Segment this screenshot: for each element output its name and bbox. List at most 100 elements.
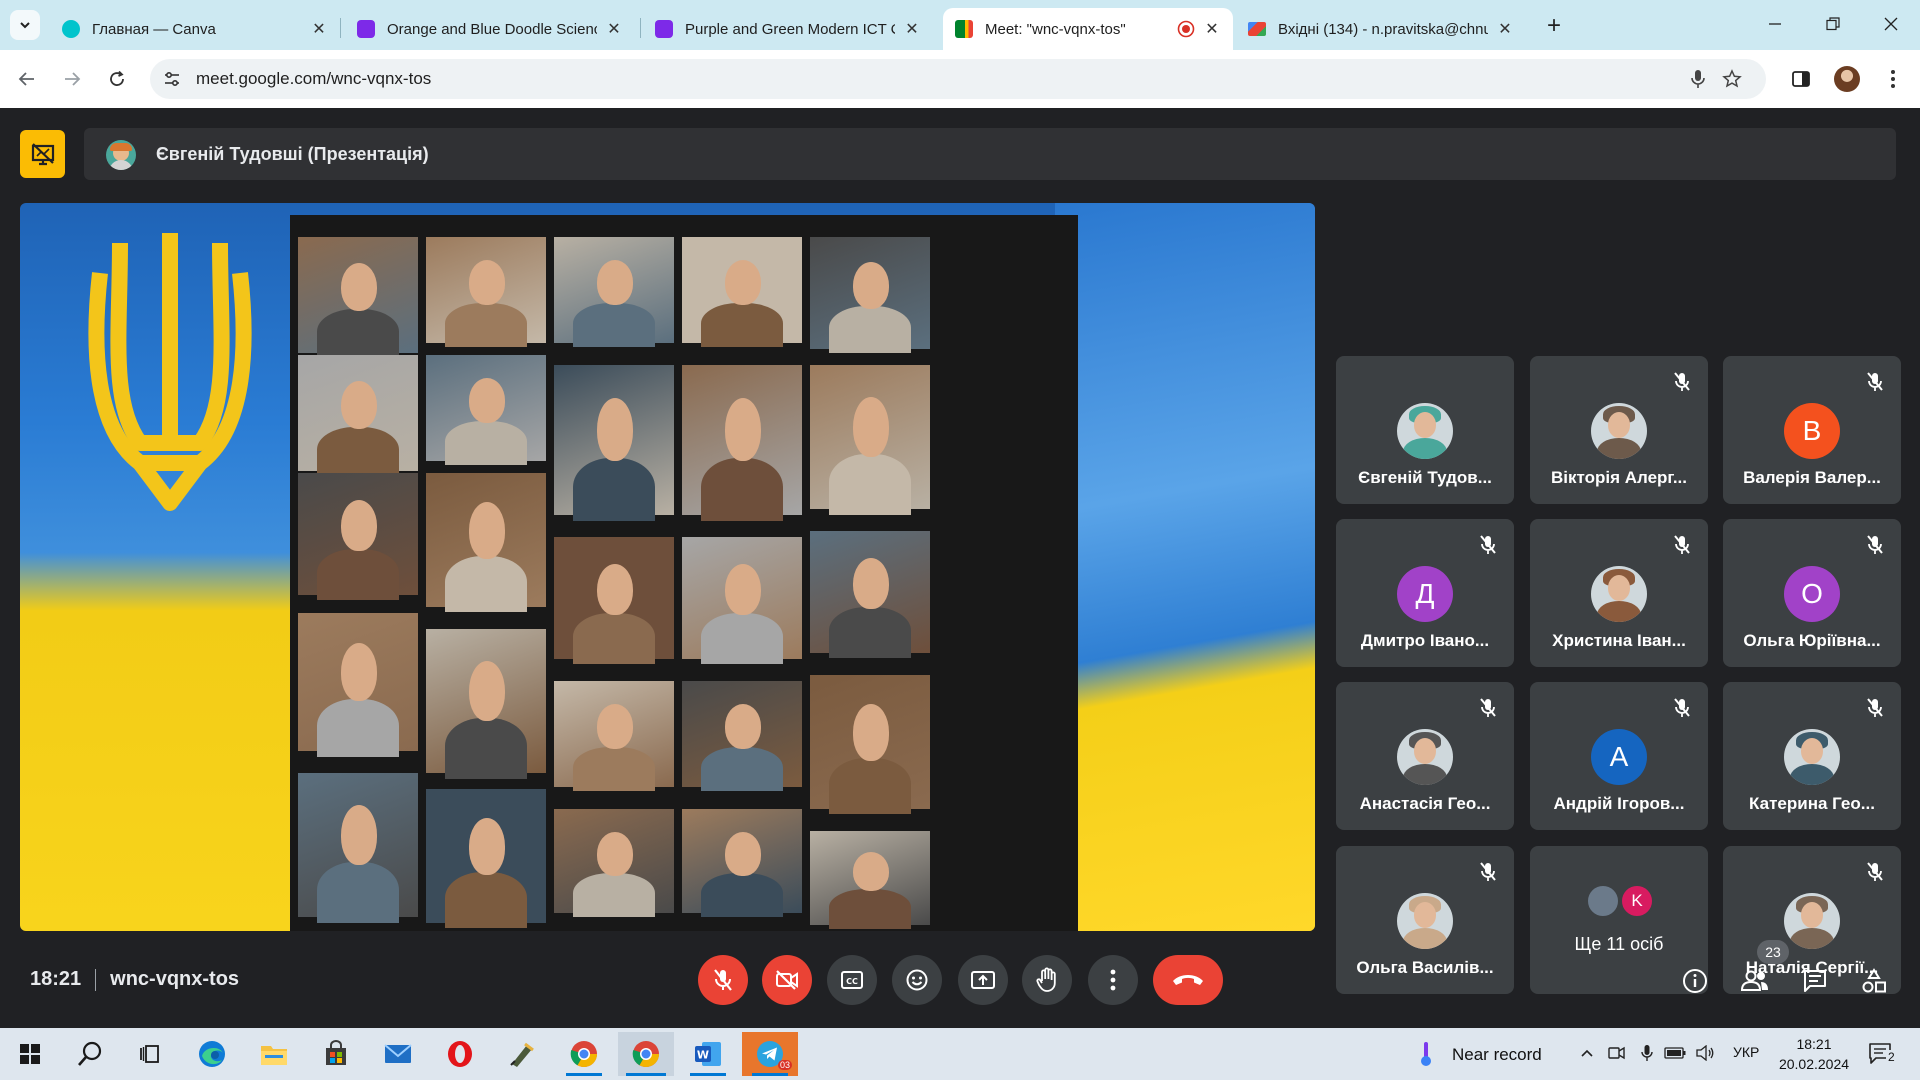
meet-tray-icon[interactable]	[1606, 1042, 1628, 1064]
portrait-photo	[682, 809, 802, 918]
portrait-photo	[810, 365, 930, 515]
portrait-photo	[298, 473, 418, 600]
participant-tile[interactable]: Ольга Василів...	[1336, 846, 1514, 994]
side-panel-button[interactable]	[1786, 64, 1816, 94]
microphone-off-icon	[714, 969, 732, 991]
close-icon[interactable]: ✕	[1203, 20, 1221, 38]
clock-time: 18:21	[1796, 1036, 1832, 1052]
portrait-photo	[426, 473, 546, 613]
system-clock[interactable]: 18:21 20.02.2024	[1772, 1034, 1856, 1074]
close-window-button[interactable]	[1868, 8, 1914, 40]
microphone-muted-icon	[1863, 533, 1887, 557]
avatar	[1784, 893, 1840, 949]
participant-tile[interactable]: Катерина Гео...	[1723, 682, 1901, 830]
input-language[interactable]: УКР	[1733, 1044, 1759, 1060]
raise-hand-button[interactable]	[1022, 955, 1072, 1005]
canva-design-icon	[655, 20, 673, 38]
chat-button[interactable]	[1797, 963, 1833, 999]
volume-icon[interactable]	[1694, 1042, 1716, 1064]
captions-button[interactable]: CC	[827, 955, 877, 1005]
notification-center-button[interactable]: 2	[1866, 1040, 1902, 1068]
portrait-photo	[554, 681, 674, 792]
people-button[interactable]	[1737, 963, 1773, 999]
microphone-icon[interactable]	[1686, 67, 1710, 91]
participant-tile[interactable]: Д Дмитро Івано...	[1336, 519, 1514, 667]
taskbar-app-telegram[interactable]: 03	[742, 1032, 798, 1076]
start-button[interactable]	[2, 1032, 58, 1076]
profile-button[interactable]	[1832, 64, 1862, 94]
close-icon[interactable]: ✕	[310, 20, 328, 38]
forward-button[interactable]	[57, 64, 87, 94]
chrome-icon	[632, 1041, 660, 1068]
tab-title: Главная — Canva	[92, 20, 216, 38]
more-options-button[interactable]	[1088, 955, 1138, 1005]
windows-logo-icon	[20, 1044, 40, 1064]
battery-icon[interactable]	[1664, 1042, 1686, 1064]
participant-name: Катерина Гео...	[1749, 794, 1875, 813]
chevron-up-icon[interactable]	[1576, 1042, 1598, 1064]
divider	[95, 968, 97, 991]
browser-menu-button[interactable]	[1878, 64, 1908, 94]
stop-presentation-button[interactable]	[20, 130, 65, 178]
back-button[interactable]	[12, 64, 42, 94]
participant-tile[interactable]: В Валерія Валер...	[1723, 356, 1901, 504]
avatar	[106, 140, 136, 170]
microphone-icon[interactable]	[1636, 1042, 1658, 1064]
browser-tab[interactable]: Вхідні (134) - n.pravitska@chnu ✕	[1236, 8, 1526, 50]
participant-tile[interactable]: О Ольга Юріївна...	[1723, 519, 1901, 667]
portrait-photo	[426, 355, 546, 466]
reactions-button[interactable]	[892, 955, 942, 1005]
clock-date: 20.02.2024	[1778, 1056, 1850, 1072]
avatar	[1591, 566, 1647, 622]
url-text: meet.google.com/wnc-vqnx-tos	[196, 69, 432, 88]
taskbar-app-word[interactable]: W	[680, 1032, 736, 1076]
thermometer-icon	[1421, 1042, 1431, 1066]
close-icon[interactable]: ✕	[605, 20, 623, 38]
restore-button[interactable]	[1810, 8, 1856, 40]
avatar	[1397, 403, 1453, 459]
participant-tile[interactable]: Анастасія Гео...	[1336, 682, 1514, 830]
participant-tile[interactable]: Вікторія Алерг...	[1530, 356, 1708, 504]
closed-captions-icon: CC	[841, 971, 863, 989]
meeting-details: 18:21 wnc-vqnx-tos	[30, 968, 239, 991]
meet-room: Євгеній Тудовші (Презентація) Євгеній Ту…	[0, 108, 1920, 1028]
task-view-button[interactable]	[122, 1032, 178, 1076]
new-tab-button[interactable]: +	[1540, 12, 1568, 40]
browser-tab-active[interactable]: Meet: "wnc-vqnx-tos" ✕	[943, 8, 1233, 50]
leave-call-button[interactable]	[1153, 955, 1223, 1005]
microphone-toggle-button[interactable]	[698, 955, 748, 1005]
taskbar-app-mail[interactable]	[370, 1032, 426, 1076]
microphone-muted-icon	[1670, 533, 1694, 557]
taskbar-app-explorer[interactable]	[246, 1032, 302, 1076]
participant-tile[interactable]: Христина Іван...	[1530, 519, 1708, 667]
taskbar-app-edge[interactable]	[184, 1032, 240, 1076]
browser-tab[interactable]: Purple and Green Modern ICT C ✕	[643, 8, 933, 50]
taskbar-app-chrome-profile[interactable]	[618, 1032, 674, 1076]
bookmark-star-icon[interactable]	[1720, 67, 1744, 91]
browser-tab[interactable]: Главная — Canva ✕	[50, 8, 340, 50]
taskbar-app-tool[interactable]	[494, 1032, 550, 1076]
task-view-icon	[140, 1045, 159, 1063]
browser-tab[interactable]: Orange and Blue Doodle Scienc ✕	[345, 8, 635, 50]
participant-tile[interactable]: А Андрій Ігоров...	[1530, 682, 1708, 830]
participant-tile[interactable]: Євгеній Тудов...	[1336, 356, 1514, 504]
reload-button[interactable]	[102, 64, 132, 94]
tab-search-button[interactable]	[10, 10, 40, 40]
close-icon[interactable]: ✕	[903, 20, 921, 38]
avatar	[1397, 893, 1453, 949]
camera-toggle-button[interactable]	[762, 955, 812, 1005]
taskbar-app-chrome[interactable]	[556, 1032, 612, 1076]
present-now-button[interactable]	[958, 955, 1008, 1005]
close-icon[interactable]: ✕	[1496, 20, 1514, 38]
address-bar[interactable]: meet.google.com/wnc-vqnx-tos	[150, 59, 1766, 99]
meeting-details-button[interactable]	[1677, 963, 1713, 999]
minimize-button[interactable]	[1752, 8, 1798, 40]
chat-icon	[1804, 970, 1826, 992]
site-settings-icon[interactable]	[162, 69, 182, 89]
taskbar-app-opera[interactable]	[432, 1032, 488, 1076]
search-button[interactable]	[62, 1032, 118, 1076]
activities-button[interactable]	[1856, 963, 1892, 999]
portrait-photo	[810, 831, 930, 929]
taskbar-app-store[interactable]	[308, 1032, 364, 1076]
weather-label[interactable]: Near record	[1452, 1045, 1542, 1065]
